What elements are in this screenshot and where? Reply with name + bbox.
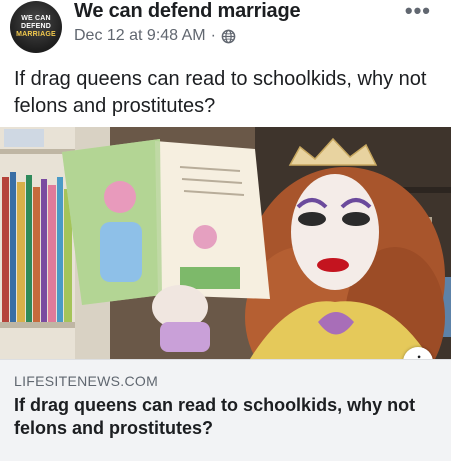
link-title[interactable]: If drag queens can read to schoolkids, w…	[14, 394, 438, 440]
link-domain: LIFESITENEWS.COM	[14, 373, 159, 389]
avatar-text-line: DEFEND	[21, 23, 51, 30]
meta-separator: ·	[210, 27, 216, 44]
link-preview-image[interactable]	[0, 127, 451, 359]
globe-icon	[221, 29, 236, 44]
post-meta: Dec 12 at 9:48 AM ·	[74, 27, 236, 45]
more-options-icon[interactable]: •••	[405, 0, 431, 24]
avatar-text-line: MARRIAGE	[16, 31, 56, 38]
page-avatar[interactable]: WE CAN DEFEND MARRIAGE	[10, 1, 62, 53]
avatar-text-line: WE CAN	[21, 15, 51, 22]
page-name-link[interactable]: We can defend marriage	[74, 0, 301, 23]
link-meta[interactable]: LIFESITENEWS.COM If drag queens can read…	[0, 359, 451, 461]
post-body-text: If drag queens can read to schoolkids, w…	[14, 68, 427, 117]
link-preview-card[interactable]: i LIFESITENEWS.COM If drag queens can re…	[0, 127, 451, 461]
post-header: WE CAN DEFEND MARRIAGE We can defend mar…	[0, 0, 451, 58]
post-timestamp[interactable]: Dec 12 at 9:48 AM	[74, 27, 206, 45]
